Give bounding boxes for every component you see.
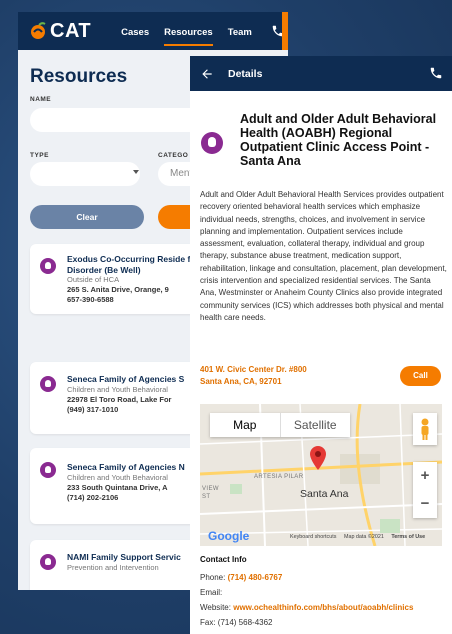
- address-line-1: 401 W. Civic Center Dr. #800: [200, 365, 307, 374]
- contact-website-row: Website: www.ochealthinfo.com/bhs/about/…: [200, 603, 413, 612]
- email-label: Email:: [200, 588, 223, 597]
- call-button[interactable]: Call: [400, 366, 441, 386]
- map-area-label: ARTESIA PILAR: [254, 474, 304, 480]
- description: Adult and Older Adult Behavioral Health …: [200, 190, 447, 322]
- resource-icon: [40, 554, 56, 570]
- contact-fax-row: Fax: (714) 568-4362: [200, 618, 273, 627]
- category-label: CATEGO: [158, 152, 189, 159]
- logo-text: CAT: [50, 19, 92, 42]
- address-line-2: Santa Ana, CA, 92701: [200, 376, 282, 386]
- map[interactable]: Map Satellite + − Santa Ana ARTESIA PILA…: [200, 404, 442, 546]
- street-view-icon[interactable]: [413, 413, 437, 445]
- map-pin-icon[interactable]: [310, 446, 326, 470]
- logo-orange-icon: [31, 22, 46, 39]
- nav-team[interactable]: Team: [228, 17, 252, 46]
- keyboard-shortcuts-link[interactable]: Keyboard shortcuts: [290, 534, 336, 540]
- map-st-label: ST: [202, 494, 211, 500]
- map-tab[interactable]: Map: [210, 413, 280, 437]
- zoom-in-button[interactable]: +: [413, 462, 437, 490]
- map-type-control: Map Satellite: [210, 413, 350, 437]
- nav-links: Cases Resources Team: [121, 17, 285, 46]
- name-label: NAME: [30, 96, 52, 103]
- organization-name: Adult and Older Adult Behavioral Health …: [240, 112, 437, 168]
- website-label: Website:: [200, 603, 231, 612]
- zoom-control: + −: [413, 462, 437, 518]
- pegman-icon: [421, 418, 429, 440]
- website-link[interactable]: www.ochealthinfo.com/bhs/about/aoabh/cli…: [233, 603, 413, 612]
- clear-button[interactable]: Clear: [30, 205, 144, 229]
- address[interactable]: 401 W. Civic Center Dr. #800 Santa Ana, …: [200, 364, 307, 387]
- phone-link[interactable]: (714) 480-6767: [228, 573, 283, 582]
- map-view-label: VIEW: [202, 486, 219, 492]
- nav-cases[interactable]: Cases: [121, 17, 149, 46]
- nav-accent: [282, 12, 288, 50]
- contact-email-row: Email:: [200, 588, 222, 597]
- satellite-tab[interactable]: Satellite: [279, 413, 351, 437]
- top-nav: CAT Cases Resources Team: [18, 12, 288, 50]
- map-data-text: Map data ©2021: [343, 534, 384, 540]
- cat-logo[interactable]: CAT: [28, 20, 91, 43]
- phone-icon[interactable]: [429, 66, 443, 80]
- details-header: Details: [190, 56, 452, 91]
- details-title: Details: [228, 67, 263, 80]
- type-select[interactable]: [30, 162, 140, 186]
- details-panel: Details Adult and Older Adult Behavioral…: [190, 56, 452, 634]
- zoom-out-button[interactable]: −: [413, 490, 437, 518]
- map-footer: Keyboard shortcuts Map data ©2021 Terms …: [290, 534, 431, 540]
- contact-phone-row: Phone: (714) 480-6767: [200, 573, 282, 582]
- phone-label: Phone:: [200, 573, 226, 582]
- google-logo-text: Google: [208, 529, 250, 543]
- resource-icon: [40, 258, 56, 274]
- resource-icon: [201, 132, 223, 154]
- resource-icon: [40, 376, 56, 392]
- contact-heading: Contact Info: [200, 555, 247, 564]
- nav-resources[interactable]: Resources: [164, 17, 213, 46]
- back-arrow-icon[interactable]: [200, 67, 214, 81]
- chevron-down-icon: [133, 170, 139, 174]
- google-logo: Google: [208, 529, 249, 543]
- map-city-label: Santa Ana: [300, 488, 349, 500]
- type-label: TYPE: [30, 152, 49, 159]
- terms-link[interactable]: Terms of Use: [391, 534, 425, 540]
- resource-icon: [40, 462, 56, 478]
